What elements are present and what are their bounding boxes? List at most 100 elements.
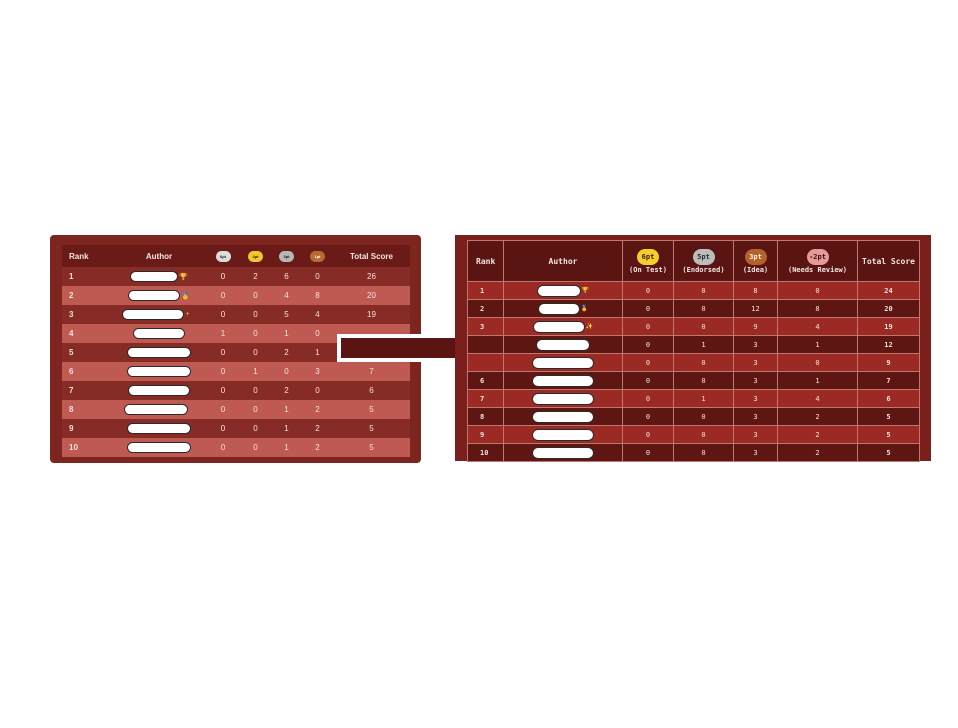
count-needs-review-cell: 2 — [777, 425, 858, 444]
author-cell — [112, 438, 206, 457]
count-4pt-cell: 0 — [240, 438, 271, 457]
redacted-author-name — [126, 442, 191, 453]
new-header-m2pt: -2pt (Needs Review) — [777, 240, 858, 282]
medal-icon: 🏆 — [179, 273, 188, 281]
count-6pt-cell: 0 — [206, 267, 240, 286]
redacted-author-name — [537, 302, 580, 315]
count-1pt-cell: 8 — [302, 286, 333, 305]
count-6pt-cell: 0 — [206, 362, 240, 381]
total-score-cell: 20 — [857, 299, 920, 318]
table-row: 600317 — [467, 371, 920, 390]
total-score-cell: 6 — [857, 389, 920, 408]
rank-cell: 10 — [467, 443, 504, 462]
count-on-test-cell: 0 — [622, 335, 674, 354]
count-1pt-cell: 1 — [302, 343, 333, 362]
new-header-rank: Rank — [467, 240, 504, 282]
count-4pt-cell: 0 — [240, 305, 271, 324]
count-needs-review-cell: 0 — [777, 353, 858, 372]
count-on-test-cell: 0 — [622, 407, 674, 426]
table-row: 00309 — [467, 353, 920, 372]
author-cell — [503, 443, 623, 462]
table-row: 800125 — [62, 400, 410, 419]
count-4pt-cell: 1 — [240, 362, 271, 381]
old-header-total: Total Score — [333, 245, 410, 267]
count-6pt-cell: 0 — [206, 286, 240, 305]
redacted-author-name — [122, 309, 185, 320]
count-3pt-cell: 4 — [271, 286, 302, 305]
author-cell — [503, 425, 623, 444]
rank-cell: 3 — [467, 317, 504, 336]
table-row: 900125 — [62, 419, 410, 438]
count-3pt-cell: 1 — [271, 400, 302, 419]
total-score-cell: 20 — [333, 286, 410, 305]
count-on-test-cell: 0 — [622, 317, 674, 336]
count-needs-review-cell: 1 — [777, 371, 858, 390]
table-row: 3 ✨ 0 0 9 4 19 — [467, 317, 920, 336]
author-cell: 🥇 — [503, 299, 623, 318]
count-endorsed-cell: 0 — [673, 353, 734, 372]
count-needs-review-cell: 2 — [777, 443, 858, 462]
badge-minus-2pt: -2pt — [806, 248, 829, 265]
count-1pt-cell: 0 — [302, 381, 333, 400]
count-3pt-cell: 0 — [271, 362, 302, 381]
medal-icon: 🥇 — [580, 305, 589, 312]
label-on-test: (On Test) — [629, 265, 667, 274]
author-cell — [503, 335, 623, 354]
table-row: 1 🏆 0 2 6 0 26 — [62, 267, 410, 286]
count-needs-review-cell: 2 — [777, 407, 858, 426]
redacted-author-name — [531, 374, 594, 387]
count-endorsed-cell: 0 — [673, 443, 734, 462]
medal-icon: 🏆 — [581, 287, 590, 294]
medal-icon: 🥇 — [181, 292, 190, 300]
count-endorsed-cell: 1 — [673, 335, 734, 354]
total-score-cell: 7 — [857, 371, 920, 390]
author-cell: 🏆 — [503, 281, 623, 300]
author-cell — [503, 389, 623, 408]
count-6pt-cell: 0 — [206, 438, 240, 457]
rank-cell: 9 — [62, 419, 112, 438]
count-idea-cell: 3 — [733, 371, 778, 390]
author-cell — [503, 371, 623, 390]
new-header-3pt: 3pt (Idea) — [733, 240, 778, 282]
count-6pt-cell: 0 — [206, 381, 240, 400]
count-idea-cell: 3 — [733, 425, 778, 444]
count-idea-cell: 12 — [733, 299, 778, 318]
count-3pt-cell: 5 — [271, 305, 302, 324]
rank-cell: 2 — [467, 299, 504, 318]
rank-cell: 2 — [62, 286, 112, 305]
badge-6pt: 6pt — [215, 250, 231, 262]
author-cell — [112, 343, 206, 362]
total-score-cell: 9 — [857, 353, 920, 372]
author-cell — [112, 400, 206, 419]
count-6pt-cell: 0 — [206, 419, 240, 438]
author-cell: 🏆 — [112, 267, 206, 286]
count-4pt-cell: 0 — [240, 286, 271, 305]
redacted-author-name — [531, 392, 594, 405]
count-1pt-cell: 2 — [302, 419, 333, 438]
total-score-cell: 12 — [857, 335, 920, 354]
count-1pt-cell: 0 — [302, 267, 333, 286]
author-cell: 🥇 — [112, 286, 206, 305]
rank-cell — [467, 335, 504, 354]
total-score-cell: 19 — [857, 317, 920, 336]
new-header-author: Author — [503, 240, 623, 282]
new-leaderboard-table: Rank Author 6pt (On Test) 5pt (Endorsed) 3… — [467, 240, 920, 462]
rank-cell: 6 — [467, 371, 504, 390]
table-row: 700206 — [62, 381, 410, 400]
rank-cell: 8 — [62, 400, 112, 419]
total-score-cell: 26 — [333, 267, 410, 286]
count-1pt-cell: 3 — [302, 362, 333, 381]
author-cell — [503, 353, 623, 372]
count-6pt-cell: 0 — [206, 400, 240, 419]
old-header-author: Author — [112, 245, 206, 267]
medal-icon: ✨ — [585, 323, 594, 330]
count-3pt-cell: 1 — [271, 438, 302, 457]
redacted-author-name — [123, 404, 188, 415]
redacted-author-name — [130, 271, 179, 282]
count-4pt-cell: 0 — [240, 343, 271, 362]
medal-icon: + — [185, 311, 190, 318]
redacted-author-name — [127, 385, 190, 396]
total-score-cell: 5 — [857, 407, 920, 426]
total-score-cell: 24 — [857, 281, 920, 300]
redacted-author-name — [126, 366, 191, 377]
